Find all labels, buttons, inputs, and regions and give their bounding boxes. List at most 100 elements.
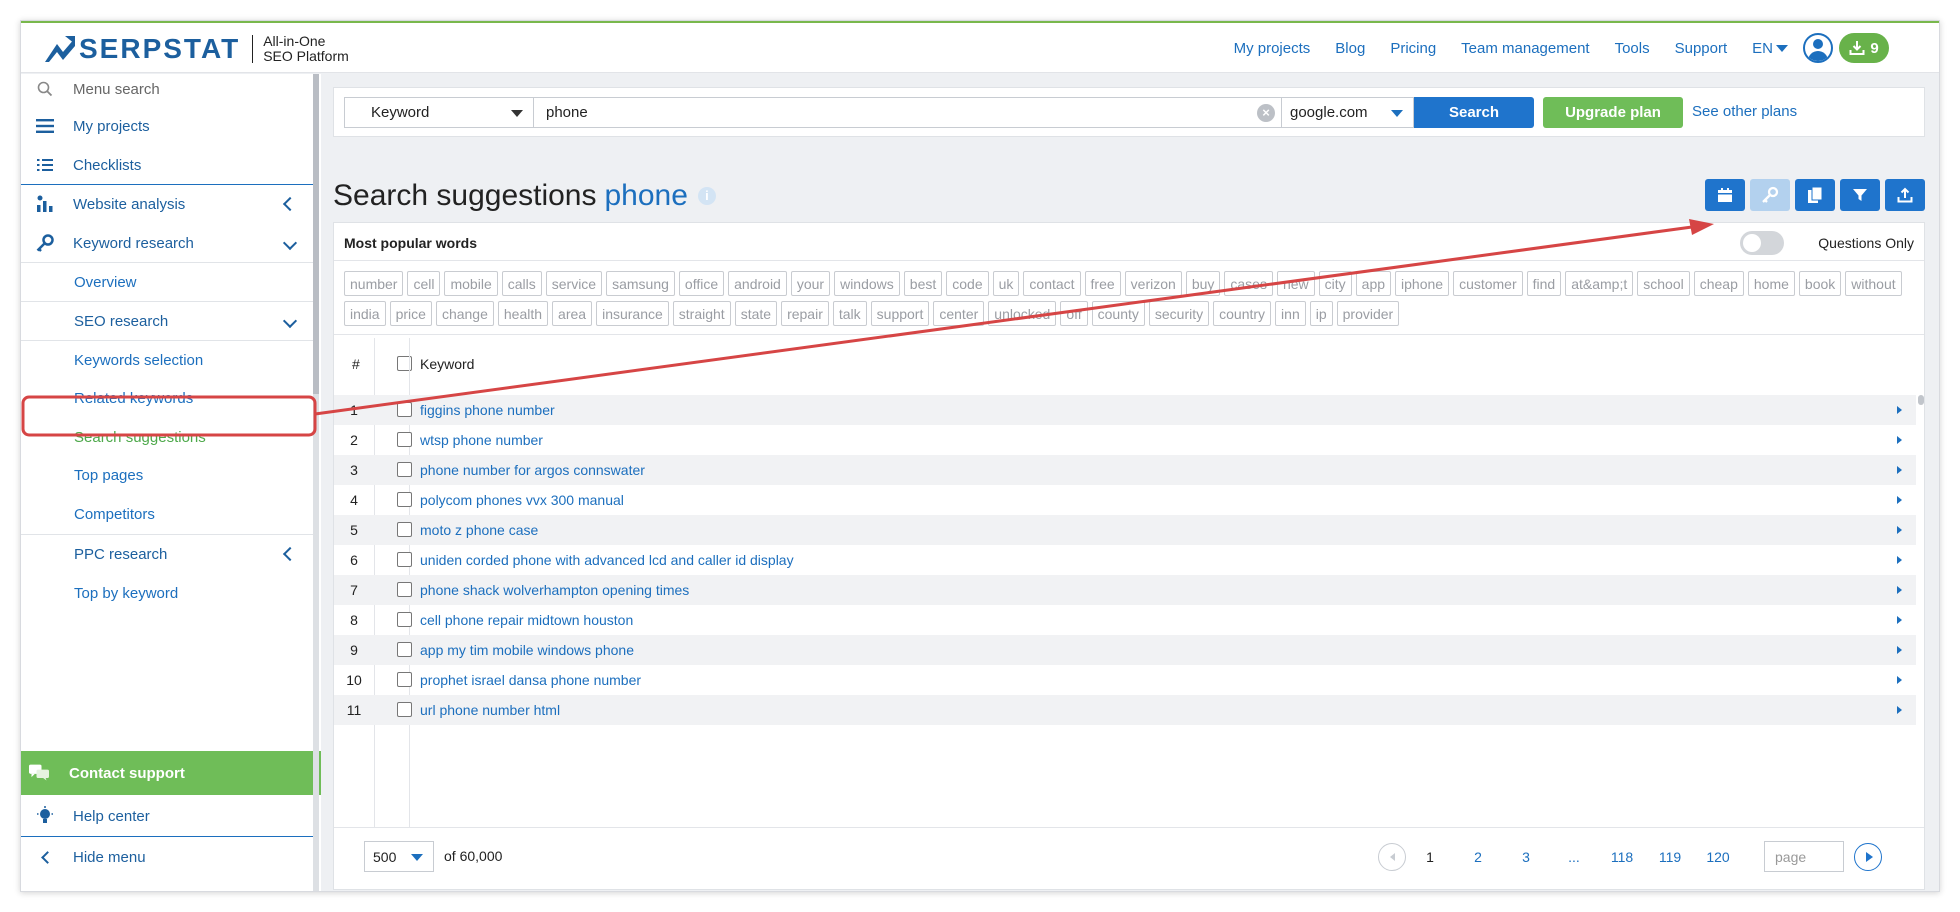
row-checkbox[interactable] — [397, 582, 412, 597]
sidebar-item-seo-research[interactable]: SEO research — [21, 302, 313, 340]
popular-word-tag[interactable]: customer — [1453, 271, 1523, 296]
popular-word-tag[interactable]: provider — [1336, 301, 1400, 326]
keyword-link[interactable]: figgins phone number — [420, 402, 555, 418]
popular-word-tag[interactable]: free — [1084, 271, 1121, 296]
menu-search-input[interactable]: Menu search — [21, 74, 313, 104]
popular-word-tag[interactable]: inn — [1275, 301, 1306, 326]
popular-word-tag[interactable]: app — [1355, 271, 1392, 296]
row-checkbox[interactable] — [397, 402, 412, 417]
clear-icon[interactable]: × — [1257, 104, 1275, 122]
popular-word-tag[interactable]: samsung — [606, 271, 675, 296]
popular-word-tag[interactable]: price — [389, 301, 432, 326]
keyword-link[interactable]: cell phone repair midtown houston — [420, 612, 633, 628]
nav-my-projects[interactable]: My projects — [1234, 40, 1311, 57]
see-other-plans-link[interactable]: See other plans — [1692, 103, 1797, 120]
popular-word-tag[interactable]: best — [903, 271, 943, 296]
sidebar-scrollbar-thumb[interactable] — [313, 74, 319, 394]
nav-pricing[interactable]: Pricing — [1390, 40, 1436, 57]
prev-page-button[interactable] — [1378, 842, 1406, 871]
filter-button[interactable] — [1840, 179, 1880, 211]
page-number-link[interactable]: 119 — [1646, 849, 1694, 865]
per-page-select[interactable]: 500 — [364, 841, 434, 872]
sidebar-item-help-center[interactable]: Help center — [21, 796, 313, 836]
hide-menu-button[interactable]: Hide menu — [21, 837, 313, 877]
sidebar-item-keywords-selection[interactable]: Keywords selection — [21, 341, 313, 379]
popular-word-tag[interactable]: android — [728, 271, 787, 296]
expand-row-icon[interactable] — [1897, 436, 1902, 444]
popular-word-tag[interactable]: county — [1091, 301, 1145, 326]
popular-word-tag[interactable]: change — [435, 301, 494, 326]
keyword-link[interactable]: wtsp phone number — [420, 432, 543, 448]
popular-word-tag[interactable]: windows — [834, 271, 900, 296]
export-button[interactable] — [1885, 179, 1925, 211]
keyword-link[interactable]: phone number for argos connswater — [420, 462, 645, 478]
upgrade-plan-button[interactable]: Upgrade plan — [1543, 97, 1683, 128]
sidebar-item-my-projects[interactable]: My projects — [21, 107, 313, 145]
popular-word-tag[interactable]: india — [344, 301, 386, 326]
popular-word-tag[interactable]: straight — [672, 301, 731, 326]
popular-word-tag[interactable]: support — [870, 301, 930, 326]
sidebar-item-ppc-research[interactable]: PPC research — [21, 535, 313, 573]
expand-row-icon[interactable] — [1897, 676, 1902, 684]
row-checkbox[interactable] — [397, 612, 412, 627]
nav-team-management[interactable]: Team management — [1461, 40, 1589, 57]
popular-word-tag[interactable]: cell — [407, 271, 441, 296]
expand-row-icon[interactable] — [1897, 586, 1902, 594]
next-page-button[interactable] — [1854, 842, 1882, 871]
sidebar-item-related-keywords[interactable]: Related keywords — [21, 379, 313, 417]
database-select[interactable]: google.com — [1282, 97, 1414, 128]
popular-word-tag[interactable]: code — [946, 271, 989, 296]
popular-word-tag[interactable]: office — [678, 271, 725, 296]
expand-row-icon[interactable] — [1897, 616, 1902, 624]
popular-word-tag[interactable]: new — [1276, 271, 1315, 296]
page-number-link[interactable]: 1 — [1406, 849, 1454, 865]
popular-word-tag[interactable]: health — [497, 301, 549, 326]
popular-word-tag[interactable]: book — [1798, 271, 1842, 296]
calendar-button[interactable] — [1705, 179, 1745, 211]
nav-blog[interactable]: Blog — [1335, 40, 1365, 57]
popular-word-tag[interactable]: buy — [1185, 271, 1221, 296]
nav-tools[interactable]: Tools — [1615, 40, 1650, 57]
sidebar-item-competitors[interactable]: Competitors — [21, 495, 313, 533]
search-type-select[interactable]: Keyword — [344, 97, 534, 128]
popular-word-tag[interactable]: contact — [1023, 271, 1081, 296]
expand-row-icon[interactable] — [1897, 526, 1902, 534]
keyword-link[interactable]: url phone number html — [420, 702, 560, 718]
popular-word-tag[interactable]: without — [1845, 271, 1902, 296]
keywords-button[interactable] — [1750, 179, 1790, 211]
popular-word-tag[interactable]: school — [1637, 271, 1690, 296]
popular-word-tag[interactable]: at&amp;t — [1565, 271, 1634, 296]
popular-word-tag[interactable]: insurance — [596, 301, 669, 326]
popular-word-tag[interactable]: unlocked — [988, 301, 1057, 326]
keyword-link[interactable]: polycom phones vvx 300 manual — [420, 492, 624, 508]
downloads-button[interactable]: 9 — [1839, 33, 1889, 63]
page-number-link[interactable]: 2 — [1454, 849, 1502, 865]
table-scrollbar-thumb[interactable] — [1918, 395, 1924, 405]
row-checkbox[interactable] — [397, 522, 412, 537]
popular-word-tag[interactable]: state — [734, 301, 778, 326]
popular-word-tag[interactable]: city — [1318, 271, 1352, 296]
keyword-link[interactable]: phone shack wolverhampton opening times — [420, 582, 689, 598]
expand-row-icon[interactable] — [1897, 406, 1902, 414]
popular-word-tag[interactable]: ip — [1309, 301, 1333, 326]
popular-word-tag[interactable]: number — [344, 271, 404, 296]
popular-word-tag[interactable]: area — [552, 301, 593, 326]
row-checkbox[interactable] — [397, 462, 412, 477]
popular-word-tag[interactable]: your — [790, 271, 831, 296]
expand-row-icon[interactable] — [1897, 496, 1902, 504]
keyword-link[interactable]: prophet israel dansa phone number — [420, 672, 641, 688]
sidebar-item-checklists[interactable]: Checklists — [21, 146, 313, 184]
popular-word-tag[interactable]: cases — [1224, 271, 1273, 296]
keyword-link[interactable]: moto z phone case — [420, 522, 538, 538]
popular-word-tag[interactable]: talk — [832, 301, 867, 326]
keyword-link[interactable]: uniden corded phone with advanced lcd an… — [420, 552, 794, 568]
popular-word-tag[interactable]: uk — [992, 271, 1020, 296]
sidebar-item-top-pages[interactable]: Top pages — [21, 456, 313, 494]
sidebar-item-website-analysis[interactable]: Website analysis — [21, 185, 313, 223]
popular-word-tag[interactable]: calls — [501, 271, 542, 296]
page-number-link[interactable]: 120 — [1694, 849, 1742, 865]
expand-row-icon[interactable] — [1897, 556, 1902, 564]
popular-word-tag[interactable]: security — [1148, 301, 1210, 326]
questions-only-toggle[interactable] — [1740, 231, 1784, 255]
popular-word-tag[interactable]: mobile — [444, 271, 498, 296]
